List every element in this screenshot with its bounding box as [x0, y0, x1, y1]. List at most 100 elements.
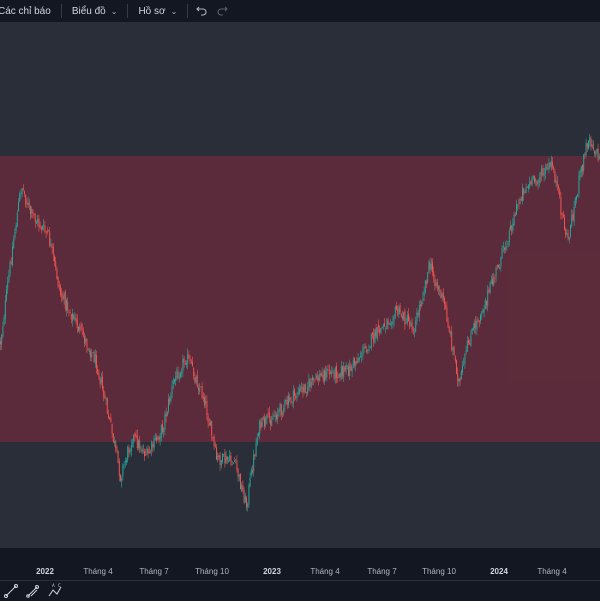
- candle-up: [487, 290, 489, 306]
- price-zone-rectangle[interactable]: [0, 156, 600, 442]
- candle-up: [338, 374, 340, 377]
- candle-up: [324, 370, 325, 382]
- candle-down: [226, 456, 228, 461]
- candle-up: [321, 373, 323, 377]
- candle-up: [343, 367, 345, 378]
- candle-up: [229, 454, 231, 461]
- price-chart[interactable]: [0, 22, 600, 548]
- candle-up: [570, 225, 571, 237]
- indicators-button[interactable]: Các chỉ báo: [0, 0, 57, 22]
- candle-down: [356, 360, 358, 364]
- candle-up: [217, 455, 219, 460]
- candle-up: [516, 203, 517, 215]
- candle-up: [259, 420, 261, 435]
- candle-up: [512, 223, 514, 231]
- candle-down: [82, 330, 84, 337]
- candle-down: [518, 202, 520, 204]
- candle-up: [7, 282, 9, 289]
- candle-up: [421, 301, 423, 307]
- candle-down: [378, 325, 379, 328]
- candle-down: [558, 186, 559, 189]
- time-label-oct-2023: Tháng 10: [422, 567, 456, 576]
- candle-up: [238, 474, 240, 477]
- candle-down: [136, 435, 138, 449]
- candle-up: [176, 369, 178, 378]
- candle-down: [264, 417, 265, 427]
- candle-down: [330, 372, 331, 374]
- candle-down: [309, 378, 311, 387]
- candle-up: [585, 142, 587, 156]
- candle-up: [20, 193, 22, 195]
- candle-down: [120, 474, 121, 481]
- candle-up: [466, 341, 468, 352]
- candle-down: [190, 361, 192, 363]
- candle-up: [175, 376, 177, 382]
- candle-up: [181, 371, 183, 374]
- top-toolbar: Các chỉ báo Biểu đồ ⌄ Hồ sơ ⌄: [0, 0, 600, 22]
- chart-canvas[interactable]: [0, 22, 600, 548]
- candle-up: [159, 436, 161, 441]
- candle-up: [577, 194, 579, 197]
- candle-down: [128, 447, 130, 453]
- trend-line-tool[interactable]: [0, 581, 22, 601]
- time-axis[interactable]: 2022 Tháng 4 Tháng 7 Tháng 10 2023 Tháng…: [0, 560, 600, 580]
- candle-up: [31, 208, 33, 214]
- candle-up: [573, 206, 575, 223]
- candle-down: [56, 268, 58, 279]
- candle-down: [436, 281, 438, 288]
- candle-down: [64, 291, 66, 310]
- candle-up: [537, 181, 539, 184]
- candle-up: [360, 356, 361, 358]
- candle-down: [84, 336, 85, 344]
- candle-down: [183, 358, 185, 363]
- candle-down: [10, 261, 12, 264]
- candle-up: [8, 274, 10, 282]
- candle-down: [486, 300, 487, 306]
- candle-up: [72, 313, 73, 321]
- redo-button[interactable]: [212, 0, 232, 22]
- profile-menu-button[interactable]: Hồ sơ ⌄: [132, 0, 183, 22]
- candle-down: [169, 398, 171, 402]
- chart-menu-button[interactable]: Biểu đồ ⌄: [66, 0, 124, 22]
- candle-down: [397, 309, 399, 315]
- candle-up: [272, 416, 274, 420]
- candle-down: [40, 227, 42, 230]
- candle-up: [66, 300, 67, 311]
- candle-down: [110, 418, 112, 423]
- candle-down: [211, 421, 213, 436]
- candle-down: [96, 355, 97, 369]
- candle-up: [48, 230, 49, 232]
- candle-up: [331, 371, 333, 374]
- candle-down: [478, 321, 480, 322]
- candle-up: [124, 460, 126, 463]
- candle-down: [553, 166, 555, 171]
- candle-down: [447, 321, 449, 328]
- candle-up: [298, 387, 300, 395]
- candle-up: [596, 148, 598, 153]
- candle-down: [567, 232, 569, 239]
- candle-up: [247, 503, 249, 507]
- chart-menu-label: Biểu đồ: [71, 5, 106, 17]
- undo-button[interactable]: [192, 0, 212, 22]
- candle-up: [548, 162, 550, 171]
- candle-up: [579, 170, 581, 178]
- candle-down: [201, 386, 203, 398]
- toolbar-divider: [127, 4, 129, 18]
- toolbar-divider: [60, 4, 62, 18]
- candle-down: [564, 216, 565, 230]
- toolbar-divider: [187, 4, 189, 18]
- candle-up: [92, 352, 94, 353]
- candle-down: [204, 397, 205, 406]
- pitchfork-tool[interactable]: [22, 581, 44, 601]
- candle-down: [373, 333, 375, 343]
- candle-up: [522, 186, 523, 202]
- candle-up: [591, 144, 593, 147]
- abcd-pattern-tool[interactable]: A C: [44, 581, 66, 601]
- candle-up: [133, 434, 135, 443]
- candle-up: [163, 428, 165, 433]
- candle-up: [352, 359, 354, 366]
- candle-up: [441, 293, 443, 298]
- candle-up: [370, 334, 372, 348]
- candle-down: [295, 396, 297, 398]
- candle-down: [348, 366, 349, 377]
